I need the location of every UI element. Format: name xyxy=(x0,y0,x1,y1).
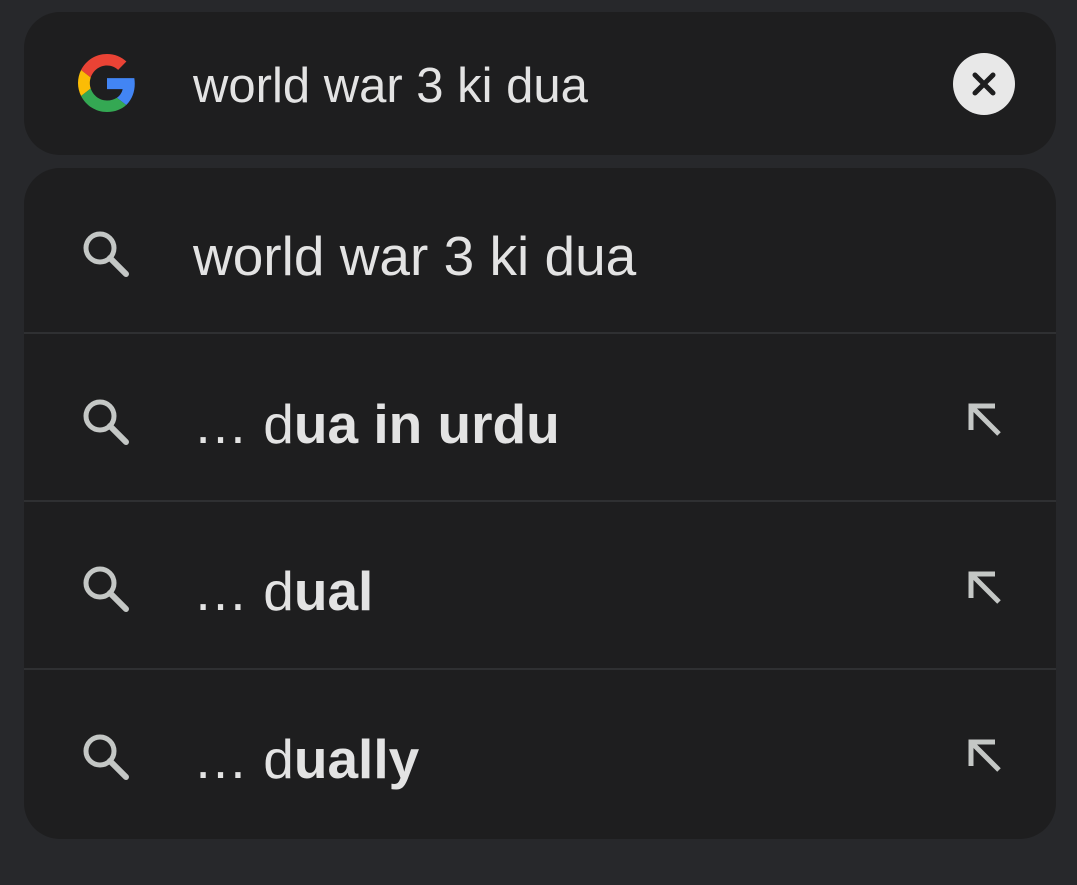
fill-query-arrow-icon[interactable] xyxy=(961,396,1009,444)
search-icon xyxy=(78,729,136,787)
close-icon xyxy=(972,72,996,96)
suggestion-prefix: … xyxy=(193,560,264,622)
fill-query-arrow-icon[interactable] xyxy=(961,564,1009,612)
suggestion-completion: ual xyxy=(293,560,374,622)
suggestion-prefix: … xyxy=(193,393,264,455)
suggestion-item[interactable]: world war 3 ki dua xyxy=(24,168,1056,334)
suggestion-text: … dua in urdu xyxy=(193,392,560,456)
suggestion-prefix: … xyxy=(193,728,264,790)
suggestion-typed: d xyxy=(263,728,294,790)
suggestion-text: … dually xyxy=(193,727,419,791)
suggestion-typed: d xyxy=(263,393,294,455)
suggestion-text: world war 3 ki dua xyxy=(193,224,636,288)
search-icon xyxy=(78,561,136,619)
google-g-icon xyxy=(78,54,136,112)
search-input[interactable]: world war 3 ki dua xyxy=(193,58,588,114)
search-icon xyxy=(78,226,136,284)
clear-search-button[interactable] xyxy=(953,53,1015,115)
suggestion-prefix: world war 3 ki dua xyxy=(193,225,637,287)
fill-query-arrow-icon[interactable] xyxy=(961,732,1009,780)
suggestion-text: … dual xyxy=(193,559,373,623)
search-bar[interactable]: world war 3 ki dua xyxy=(24,12,1056,155)
suggestion-typed: d xyxy=(263,560,294,622)
suggestion-completion: ua in urdu xyxy=(293,393,560,455)
suggestion-item[interactable]: … dual xyxy=(24,502,1056,668)
suggestion-item[interactable]: … dually xyxy=(24,670,1056,836)
suggestion-item[interactable]: … dua in urdu xyxy=(24,334,1056,500)
suggestion-completion: ually xyxy=(293,728,420,790)
search-icon xyxy=(78,394,136,452)
suggestions-list: world war 3 ki dua … dua in urdu … dual … xyxy=(24,168,1056,839)
